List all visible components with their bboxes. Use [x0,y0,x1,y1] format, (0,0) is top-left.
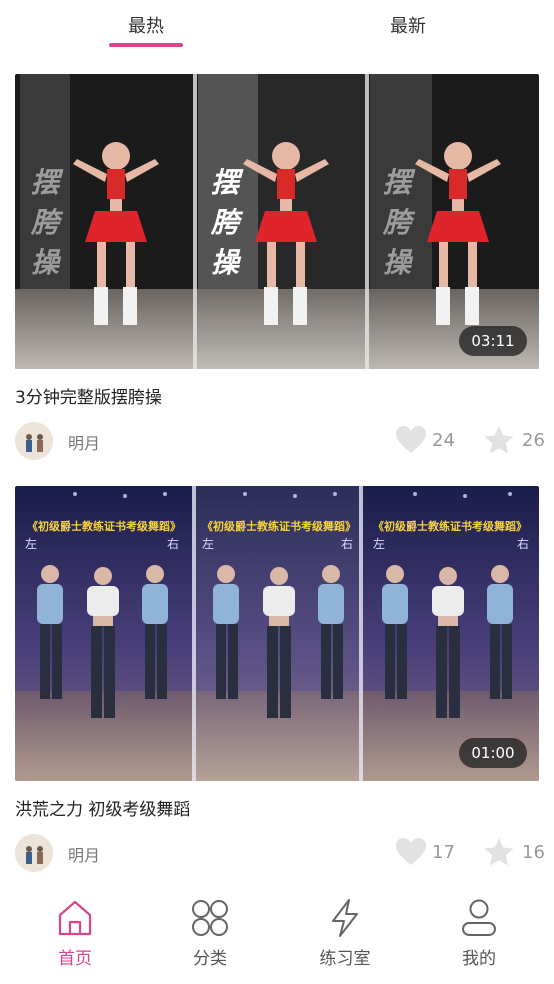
avatar[interactable] [15,834,53,872]
svg-text:右: 右 [517,536,529,551]
author-name[interactable]: 明月 [68,842,100,866]
thumbnail-image: 摆 胯 操 摆 胯 操 摆 胯 操 [15,74,539,369]
category-grid-icon [192,900,228,936]
nav-label: 首页 [58,949,92,969]
heart-icon[interactable] [395,425,427,455]
video-duration-badge: 03:11 [459,326,527,356]
active-tab-indicator [109,43,183,47]
author-name[interactable]: 明月 [68,430,100,454]
svg-text:左: 左 [373,536,385,551]
like-count: 17 [432,842,455,863]
svg-text:《初级爵士教练证书考级舞蹈》: 《初级爵士教练证书考级舞蹈》 [27,519,181,533]
overlay-char: 胯 [382,206,416,239]
overlay-char: 操 [383,246,414,279]
video-duration-badge: 01:00 [459,738,527,768]
svg-text:右: 右 [341,536,353,551]
tab-newest[interactable]: 最新 [390,12,426,38]
svg-text:《初级爵士教练证书考级舞蹈》: 《初级爵士教练证书考级舞蹈》 [202,519,356,533]
overlay-char: 胯 [30,206,64,239]
nav-home[interactable]: 首页 [20,898,130,978]
home-icon [58,900,92,936]
avatar[interactable] [15,422,53,460]
bottom-navigation: 首页 分类 练习室 我的 [0,890,554,984]
tab-hottest[interactable]: 最热 [128,12,164,38]
overlay-char: 操 [31,246,62,279]
heart-icon[interactable] [395,837,427,867]
lightning-icon [332,899,358,937]
video-meta-row: 明月 17 16 [15,827,545,877]
thumbnail-image: 《初级爵士教练证书考级舞蹈》 《初级爵士教练证书考级舞蹈》 《初级爵士教练证书考… [15,486,539,781]
video-title[interactable]: 3分钟完整版摆胯操 [15,383,539,408]
video-meta-row: 明月 24 26 [15,415,545,465]
nav-practice-room[interactable]: 练习室 [290,898,400,978]
video-card[interactable]: 摆 胯 操 摆 胯 操 摆 胯 操 03:11 3分钟完整版摆胯操 明月 24 … [15,74,545,465]
star-icon[interactable] [483,425,515,455]
video-thumbnail[interactable]: 摆 胯 操 摆 胯 操 摆 胯 操 03:11 [15,74,539,369]
top-tab-bar: 最热 最新 [0,0,554,56]
nav-label: 练习室 [319,949,371,969]
overlay-char: 胯 [210,206,244,239]
video-title[interactable]: 洪荒之力 初级考级舞蹈 [15,795,539,820]
nav-label: 我的 [462,949,496,969]
star-icon[interactable] [483,837,515,867]
favorite-count: 26 [522,430,545,451]
user-icon [462,899,496,936]
like-count: 24 [432,430,455,451]
nav-profile[interactable]: 我的 [424,898,534,978]
svg-text:《初级爵士教练证书考级舞蹈》: 《初级爵士教练证书考级舞蹈》 [373,519,527,533]
svg-text:左: 左 [25,536,37,551]
video-thumbnail[interactable]: 《初级爵士教练证书考级舞蹈》 《初级爵士教练证书考级舞蹈》 《初级爵士教练证书考… [15,486,539,781]
svg-text:左: 左 [202,536,214,551]
overlay-char: 操 [211,246,242,279]
favorite-count: 16 [522,842,545,863]
svg-text:右: 右 [167,536,179,551]
nav-category[interactable]: 分类 [155,898,265,978]
nav-label: 分类 [193,949,227,969]
video-card[interactable]: 《初级爵士教练证书考级舞蹈》 《初级爵士教练证书考级舞蹈》 《初级爵士教练证书考… [15,486,545,877]
